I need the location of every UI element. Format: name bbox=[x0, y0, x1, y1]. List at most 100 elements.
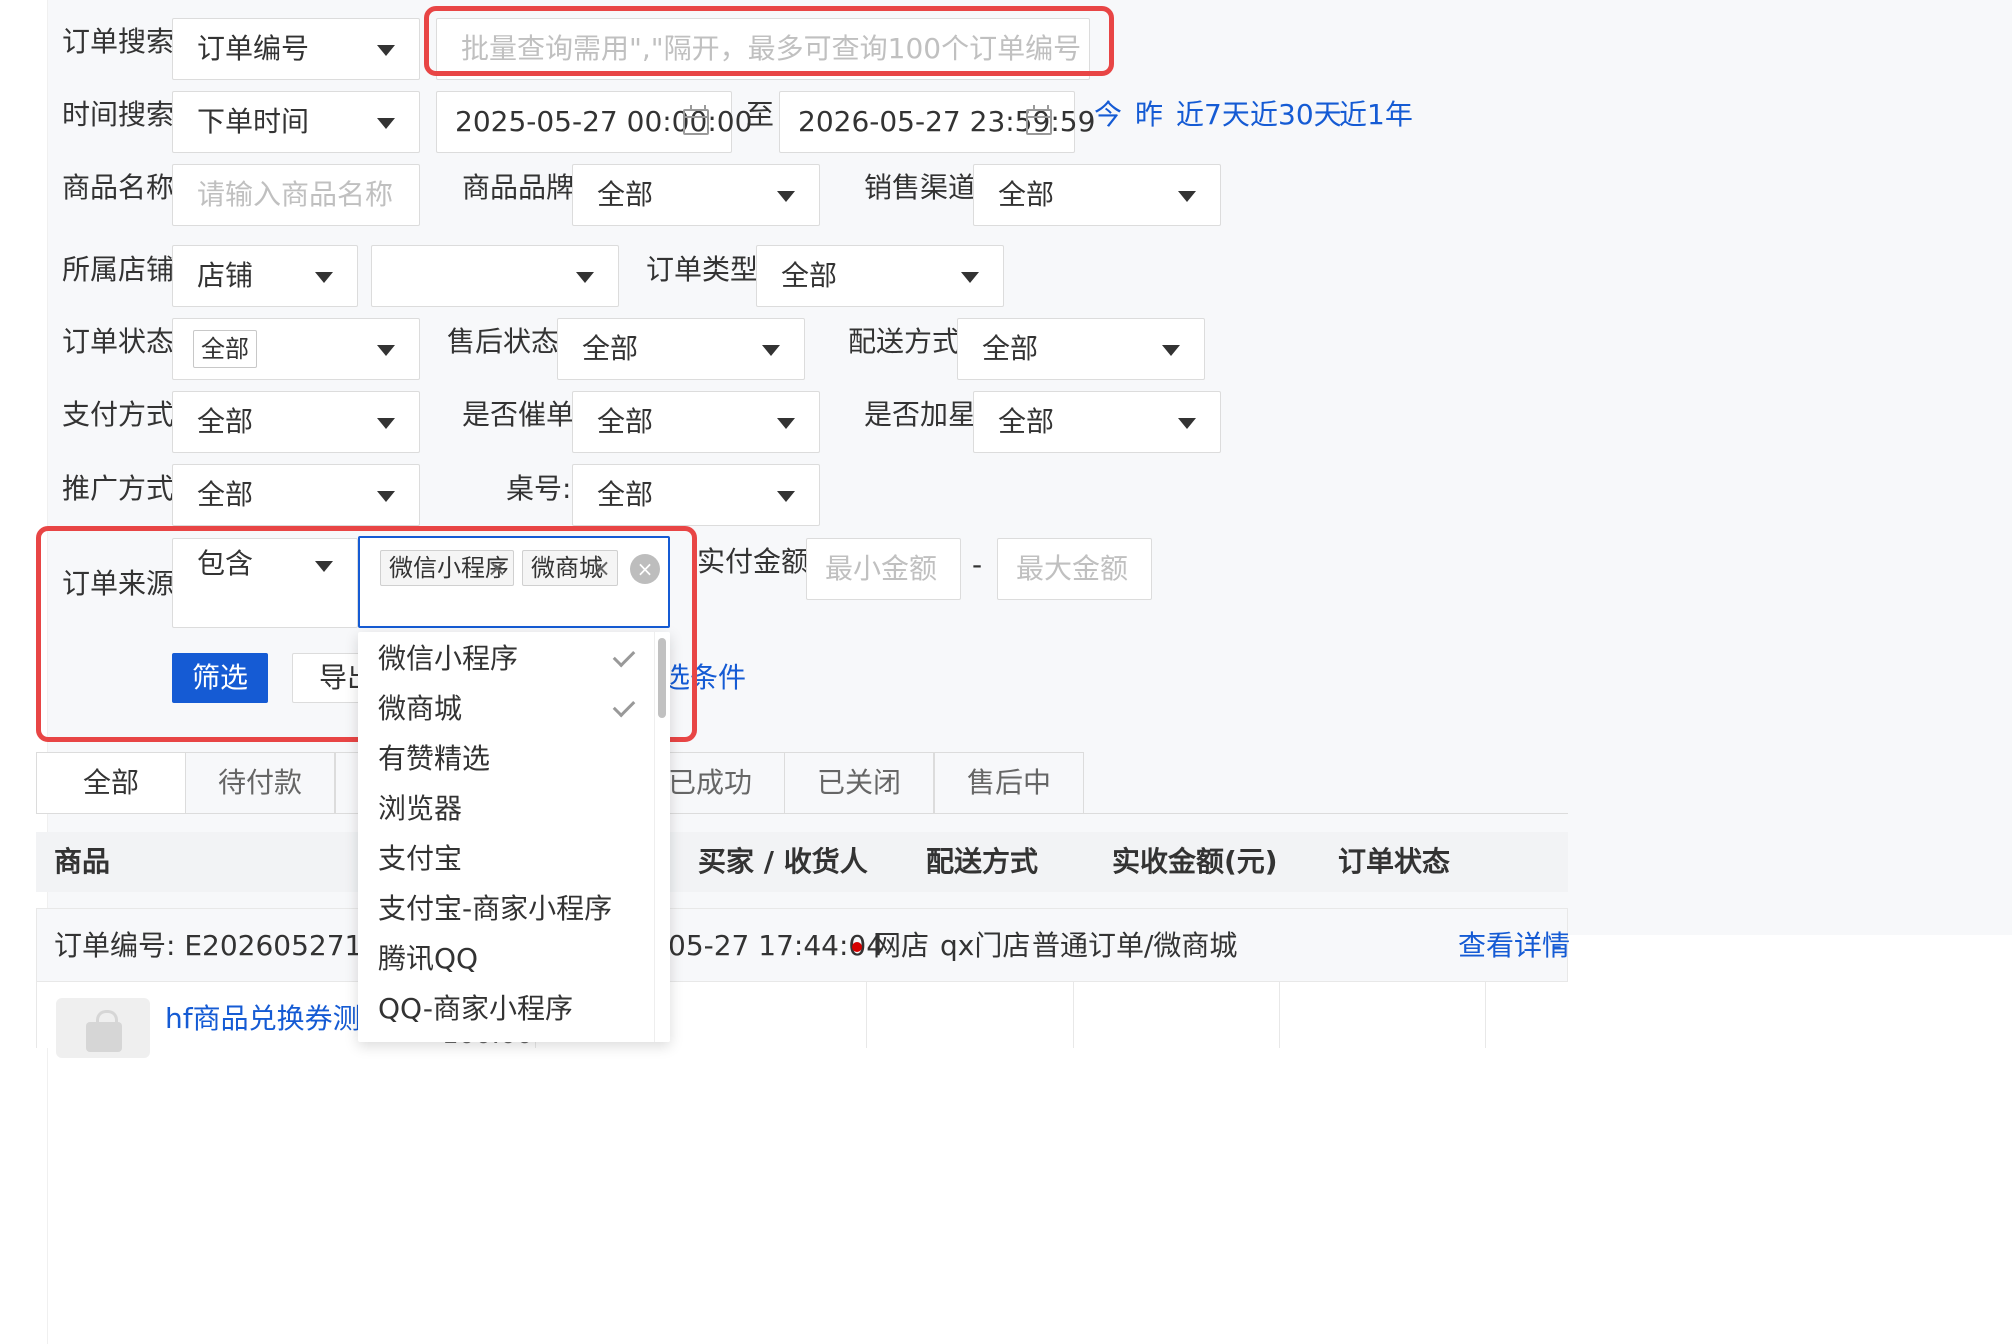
option-label: 微信小程序 bbox=[378, 642, 519, 675]
source-options-dropdown[interactable]: 微信小程序 微商城 有赞精选 浏览器 支付宝 支付宝-商家小程序 腾讯QQ QQ… bbox=[358, 632, 670, 1042]
view-detail-tail: - bbox=[1552, 929, 1563, 962]
th-product: 商品 bbox=[54, 845, 111, 878]
order-search-type-value: 订单编号 bbox=[197, 32, 310, 65]
table-no-label: 桌号: bbox=[506, 472, 572, 505]
option-youzan-select[interactable]: 有赞精选 bbox=[358, 732, 654, 782]
max-amount-placeholder: 最大金额 bbox=[1016, 552, 1129, 585]
quick-date-today[interactable]: 今 bbox=[1094, 95, 1122, 135]
amount-dash: - bbox=[972, 548, 983, 581]
th-buyer: 买家 / 收货人 bbox=[698, 845, 868, 878]
after-sale-value: 全部 bbox=[582, 332, 639, 365]
promo-value: 全部 bbox=[197, 478, 254, 511]
source-tag-wechat-mini[interactable]: 微信小程序 × bbox=[380, 550, 514, 586]
time-type-value: 下单时间 bbox=[197, 105, 310, 138]
delivery-value: 全部 bbox=[982, 332, 1039, 365]
tab-all[interactable]: 全部 bbox=[36, 752, 186, 814]
th-amount: 实收金额(元) bbox=[1112, 845, 1278, 878]
source-mode-select[interactable]: 包含 bbox=[172, 538, 358, 628]
column-divider bbox=[866, 982, 867, 1048]
quick-date-1year[interactable]: 近1年 bbox=[1339, 95, 1413, 135]
source-tags-select[interactable]: 微信小程序 × 微商城 × × bbox=[358, 536, 670, 628]
order-kind: 普通订单/微商城 bbox=[1032, 929, 1238, 962]
brand-select[interactable]: 全部 bbox=[572, 164, 820, 226]
chevron-down-icon bbox=[377, 45, 395, 56]
chevron-down-icon bbox=[777, 491, 795, 502]
tabs-divider bbox=[36, 813, 1568, 814]
tab-after-sale[interactable]: 售后中 bbox=[934, 752, 1084, 814]
calendar-icon bbox=[1026, 105, 1052, 135]
order-type-select[interactable]: 全部 bbox=[756, 245, 1004, 307]
status-dot bbox=[852, 942, 862, 952]
channel-select[interactable]: 全部 bbox=[973, 164, 1221, 226]
check-icon bbox=[612, 694, 636, 718]
amount-label: 实付金额: bbox=[697, 545, 819, 578]
order-type-value: 全部 bbox=[781, 259, 838, 292]
promo-select[interactable]: 全部 bbox=[172, 464, 420, 526]
store-type-value: 店铺 bbox=[197, 259, 254, 292]
delivery-label: 配送方式: bbox=[848, 325, 970, 358]
option-qq-mini[interactable]: QQ-商家小程序 bbox=[358, 982, 654, 1032]
option-alipay[interactable]: 支付宝 bbox=[358, 832, 654, 882]
urge-label: 是否催单: bbox=[462, 398, 584, 431]
order-type-label: 订单类型: bbox=[646, 253, 768, 286]
order-search-type-select[interactable]: 订单编号 bbox=[172, 18, 420, 80]
chevron-down-icon bbox=[777, 191, 795, 202]
store-select[interactable] bbox=[371, 245, 619, 307]
chevron-down-icon bbox=[961, 272, 979, 283]
start-date-input[interactable]: 2025-05-27 00:00:00 bbox=[436, 91, 752, 153]
store-type-select[interactable]: 店铺 bbox=[172, 245, 358, 307]
source-tag-weishangcheng[interactable]: 微商城 × bbox=[522, 550, 618, 586]
left-sidebar-strip bbox=[0, 0, 48, 1344]
chevron-down-icon bbox=[377, 418, 395, 429]
end-date-input[interactable]: 2026-05-27 23:59:59 bbox=[779, 91, 1095, 153]
option-label: 微商城 bbox=[378, 692, 463, 725]
after-sale-select[interactable]: 全部 bbox=[557, 318, 805, 380]
chevron-down-icon bbox=[315, 561, 333, 572]
quick-date-30days[interactable]: 近30天 bbox=[1250, 95, 1342, 135]
table-no-select[interactable]: 全部 bbox=[572, 464, 820, 526]
max-amount-input[interactable]: 最大金额 bbox=[997, 538, 1152, 600]
order-status-select[interactable]: 全部 bbox=[172, 318, 420, 380]
urge-select[interactable]: 全部 bbox=[572, 391, 820, 453]
order-status-tag: 全部 bbox=[193, 330, 257, 368]
quick-date-yesterday[interactable]: 昨 bbox=[1135, 95, 1163, 135]
tab-pending-payment[interactable]: 待付款 bbox=[185, 752, 335, 814]
payment-select[interactable]: 全部 bbox=[172, 391, 420, 453]
star-value: 全部 bbox=[998, 405, 1055, 438]
time-search-label: 时间搜索: bbox=[62, 98, 184, 131]
source-mode-value: 包含 bbox=[197, 547, 254, 580]
order-number-batch-input[interactable]: 批量查询需用","隔开，最多可查询100个订单编号 bbox=[436, 18, 1090, 80]
chevron-down-icon bbox=[377, 118, 395, 129]
chevron-down-icon bbox=[377, 491, 395, 502]
option-weishangcheng[interactable]: 微商城 bbox=[358, 682, 654, 732]
check-icon bbox=[612, 644, 636, 668]
time-type-select[interactable]: 下单时间 bbox=[172, 91, 420, 153]
delivery-select[interactable]: 全部 bbox=[957, 318, 1205, 380]
quick-date-7days[interactable]: 近7天 bbox=[1176, 95, 1250, 135]
chevron-down-icon bbox=[777, 418, 795, 429]
product-name-input[interactable]: 请输入商品名称 bbox=[172, 164, 420, 226]
payment-label: 支付方式: bbox=[62, 398, 184, 431]
chevron-down-icon bbox=[762, 345, 780, 356]
clear-circle-icon[interactable]: × bbox=[630, 554, 660, 584]
urge-value: 全部 bbox=[597, 405, 654, 438]
channel-label: 销售渠道: bbox=[864, 171, 986, 204]
chevron-down-icon bbox=[377, 345, 395, 356]
tab-closed[interactable]: 已关闭 bbox=[784, 752, 934, 814]
close-icon[interactable]: × bbox=[591, 551, 611, 585]
option-alipay-mini[interactable]: 支付宝-商家小程序 bbox=[358, 882, 654, 932]
filter-button[interactable]: 筛选 bbox=[172, 653, 268, 703]
clear-filters-link[interactable]: 选条件 bbox=[662, 658, 746, 698]
order-number-placeholder: 批量查询需用","隔开，最多可查询100个订单编号 bbox=[461, 32, 1082, 65]
option-wechat-mini[interactable]: 微信小程序 bbox=[358, 632, 654, 682]
dropdown-scrollbar-thumb[interactable] bbox=[658, 638, 666, 718]
brand-value: 全部 bbox=[597, 178, 654, 211]
min-amount-placeholder: 最小金额 bbox=[825, 552, 938, 585]
option-browser[interactable]: 浏览器 bbox=[358, 782, 654, 832]
option-qq[interactable]: 腾讯QQ bbox=[358, 932, 654, 982]
after-sale-label: 售后状态: bbox=[447, 325, 569, 358]
close-icon[interactable]: × bbox=[487, 551, 507, 585]
min-amount-input[interactable]: 最小金额 bbox=[806, 538, 961, 600]
column-divider bbox=[1073, 982, 1074, 1048]
star-select[interactable]: 全部 bbox=[973, 391, 1221, 453]
